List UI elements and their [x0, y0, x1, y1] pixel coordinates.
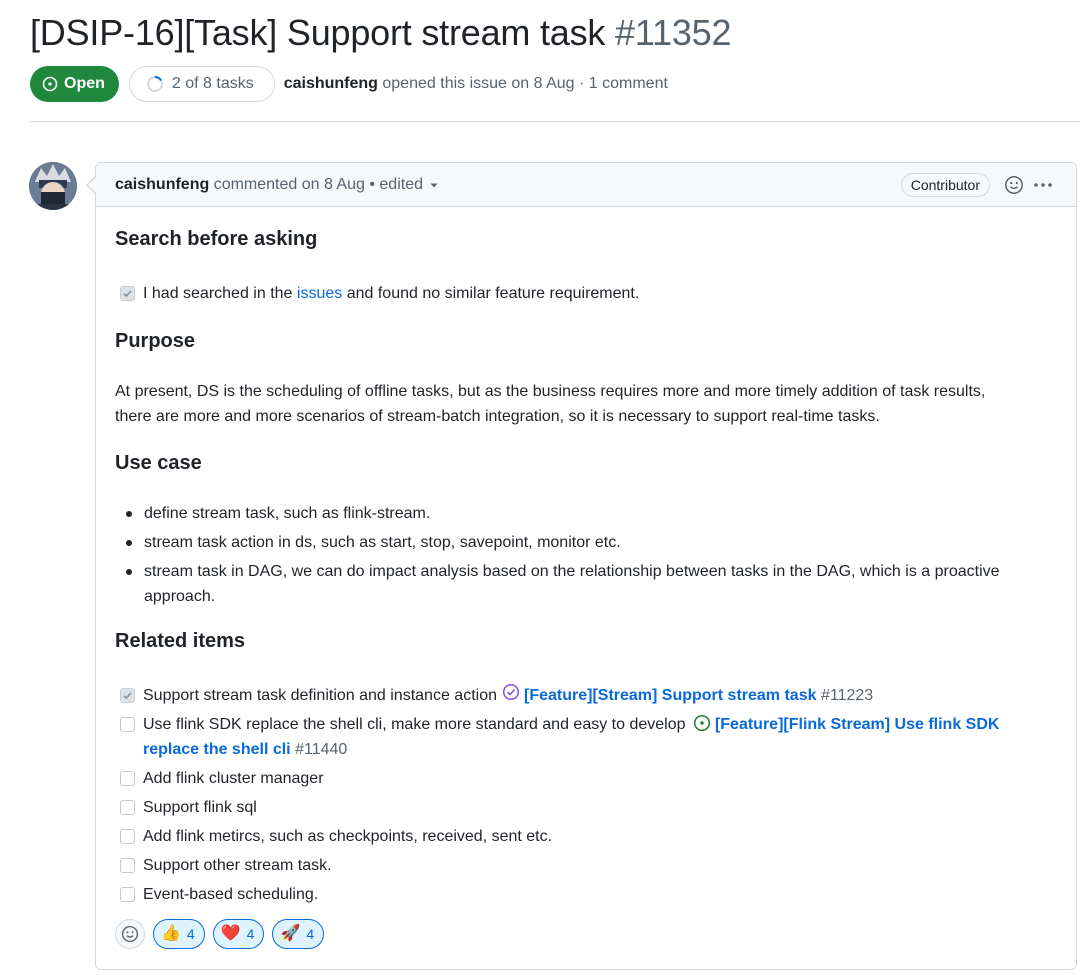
- check-icon: [123, 290, 132, 298]
- task-checkbox[interactable]: [120, 717, 135, 732]
- related-item-1-text: Support stream task definition and insta…: [143, 687, 497, 704]
- issue-state-label: Open: [64, 75, 105, 92]
- reaction-rocket-button[interactable]: 🚀 4: [272, 919, 325, 949]
- comment-meta: commented on 8 Aug •: [213, 175, 375, 193]
- task-checkbox[interactable]: [120, 800, 135, 815]
- bullet: [126, 540, 132, 546]
- issue-closed-icon: [502, 683, 520, 701]
- heading-use-case: Use case: [115, 452, 202, 474]
- comment-header: caishunfeng commented on 8 Aug • edited …: [96, 163, 1076, 207]
- issue-opened-text: opened this issue on 8 Aug · 1 comment: [382, 75, 668, 92]
- task-checkbox-checked[interactable]: [120, 286, 135, 301]
- reaction-heart-button[interactable]: ❤️ 4: [212, 919, 265, 949]
- related-item-5-text: Add flink metircs, such as checkpoints, …: [143, 828, 553, 845]
- purpose-paragraph: At present, DS is the scheduling of offl…: [115, 379, 1057, 429]
- comment-caret-fill: [88, 177, 96, 193]
- task-checkbox[interactable]: [120, 887, 135, 902]
- purpose-line-2: there are more and more scenarios of str…: [115, 408, 880, 425]
- smiley-icon[interactable]: [1004, 175, 1024, 200]
- task-checkbox[interactable]: [120, 858, 135, 873]
- task-checkbox[interactable]: [120, 829, 135, 844]
- list-item: stream task in DAG, we can do impact ana…: [126, 559, 1000, 609]
- related-item-2-text: Use flink SDK replace the shell cli, mak…: [143, 716, 686, 733]
- list-item: stream task action in ds, such as start,…: [126, 530, 621, 555]
- related-item-4: Support flink sql: [120, 795, 257, 820]
- edited-dropdown[interactable]: edited: [379, 176, 441, 194]
- related-item-2: Use flink SDK replace the shell cli, mak…: [120, 712, 999, 762]
- use-case-item-3-line-2: approach.: [144, 588, 216, 605]
- reaction-thumbs-up-button[interactable]: 👍 4: [153, 919, 205, 949]
- heart-icon: ❤️: [220, 925, 241, 942]
- related-item-6-text: Support other stream task.: [143, 857, 332, 874]
- related-item-6: Support other stream task.: [120, 853, 332, 878]
- check-icon: [123, 692, 132, 700]
- issues-link[interactable]: issues: [297, 281, 342, 306]
- task-progress-pill[interactable]: 2 of 8 tasks: [128, 66, 275, 102]
- task-checkbox-checked[interactable]: [120, 688, 135, 703]
- issue-number: #11352: [615, 12, 732, 53]
- list-item: define stream task, such as flink-stream…: [126, 501, 430, 526]
- related-item-3-text: Add flink cluster manager: [143, 770, 324, 787]
- rocket-icon: 🚀: [280, 925, 301, 942]
- search-check-post: and found no similar feature requirement…: [346, 285, 640, 302]
- issue-title-text: [DSIP-16][Task] Support stream task: [30, 12, 606, 53]
- avatar[interactable]: [29, 162, 77, 210]
- issue-author-link[interactable]: caishunfeng: [284, 75, 378, 92]
- comment-author-link[interactable]: caishunfeng: [115, 176, 209, 194]
- related-item-1-link[interactable]: [Feature][Stream] Support stream task: [524, 683, 817, 708]
- related-item-2-content: Use flink SDK replace the shell cli, mak…: [143, 712, 999, 762]
- use-case-item-2: stream task action in ds, such as start,…: [144, 534, 621, 551]
- edited-label: edited: [379, 175, 423, 193]
- thumbs-up-icon: 👍: [161, 925, 181, 942]
- use-case-item-3-line-1: stream task in DAG, we can do impact ana…: [144, 563, 1000, 580]
- progress-ring-icon: [146, 76, 163, 92]
- related-item-1: Support stream task definition and insta…: [120, 683, 873, 708]
- issue-opened-icon: [693, 714, 711, 732]
- heading-purpose: Purpose: [115, 330, 196, 352]
- related-item-2-link[interactable]: [Feature][Flink Stream] Use flink SDK: [715, 716, 1000, 733]
- contributor-badge: Contributor: [900, 173, 990, 197]
- related-item-7: Event-based scheduling.: [120, 882, 318, 907]
- issue-opened-meta: caishunfeng opened this issue on 8 Aug ·…: [284, 75, 668, 93]
- related-item-4-text: Support flink sql: [143, 799, 257, 816]
- use-case-item-1: define stream task, such as flink-stream…: [144, 505, 431, 522]
- triangle-down-icon: [430, 183, 438, 187]
- issue-opened-icon: [42, 76, 58, 92]
- issue-state-badge: Open: [30, 66, 119, 102]
- search-check-pre: I had searched in the: [143, 285, 293, 302]
- search-check-item: I had searched in the issues and found n…: [120, 281, 639, 306]
- heading-related-items: Related items: [115, 630, 246, 652]
- heading-search: Search before asking: [115, 228, 318, 250]
- related-item-1-number: #11223: [820, 687, 874, 704]
- related-item-2-link-cont[interactable]: replace the shell cli: [143, 741, 291, 758]
- issue-title: [DSIP-16][Task] Support stream task #113…: [30, 12, 732, 54]
- reactions-bar: 👍 4 ❤️ 4 🚀 4: [115, 919, 325, 949]
- header-divider: [30, 121, 1080, 122]
- add-reaction-button[interactable]: [115, 919, 145, 949]
- reaction-count: 4: [306, 926, 315, 942]
- comment-box: caishunfeng commented on 8 Aug • edited …: [95, 162, 1077, 970]
- related-item-5: Add flink metircs, such as checkpoints, …: [120, 824, 552, 849]
- related-item-2-number: #11440: [295, 741, 348, 758]
- kebab-horizontal-icon[interactable]: [1032, 175, 1054, 200]
- issue-meta-row: Open 2 of 8 tasks caishunfeng opened thi…: [30, 66, 668, 102]
- task-progress-label: 2 of 8 tasks: [171, 75, 254, 92]
- reaction-count: 4: [246, 926, 255, 942]
- bullet: [126, 511, 132, 517]
- related-item-7-text: Event-based scheduling.: [143, 886, 319, 903]
- use-case-item-3: stream task in DAG, we can do impact ana…: [144, 559, 1000, 609]
- bullet: [126, 569, 132, 575]
- reaction-count: 4: [186, 926, 195, 942]
- smiley-icon: [121, 925, 139, 943]
- avatar-image: [29, 162, 77, 210]
- task-checkbox[interactable]: [120, 771, 135, 786]
- related-item-3: Add flink cluster manager: [120, 766, 324, 791]
- purpose-line-1: At present, DS is the scheduling of offl…: [115, 383, 986, 400]
